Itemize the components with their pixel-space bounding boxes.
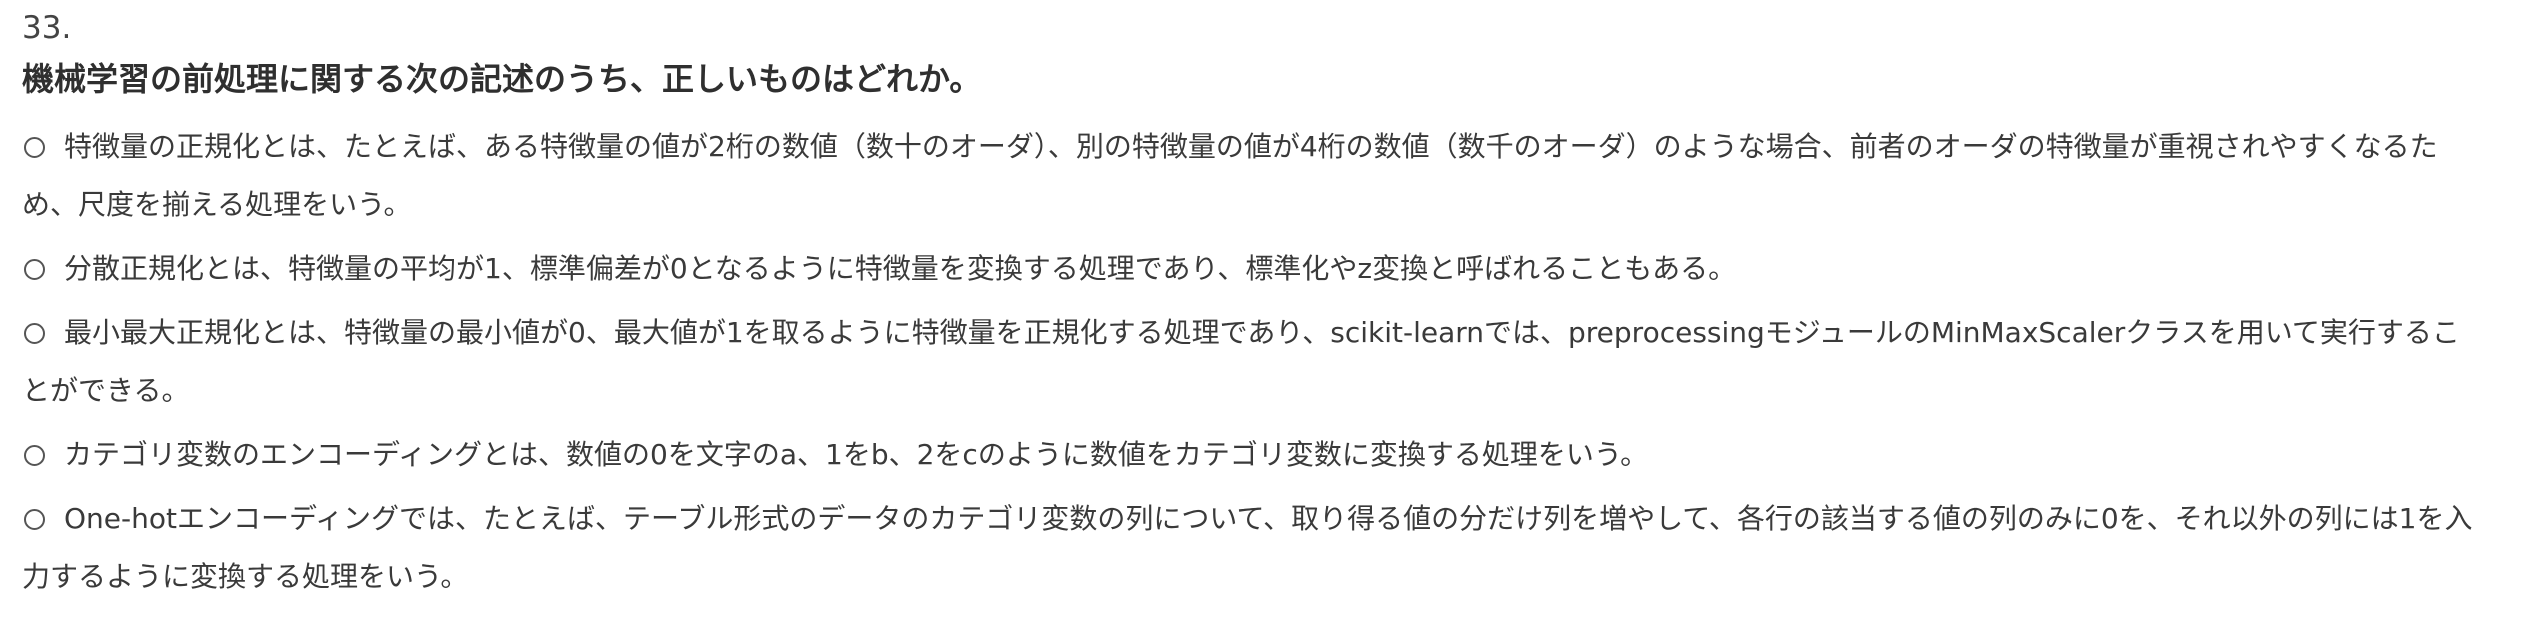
answer-option-3[interactable]: 最小最大正規化とは、特徴量の最小値が0、最大値が1を取るように特徴量を正規化する…	[22, 304, 2482, 420]
answer-option-5[interactable]: One-hotエンコーディングでは、たとえば、テーブル形式のデータのカテゴリ変数…	[22, 490, 2482, 606]
answer-option-label: One-hotエンコーディングでは、たとえば、テーブル形式のデータのカテゴリ変数…	[22, 502, 2473, 593]
answer-options: 特徴量の正規化とは、たとえば、ある特徴量の値が2桁の数値（数十のオーダ）、別の特…	[22, 118, 2522, 606]
quiz-page: 33. 機械学習の前処理に関する次の記述のうち、正しいものはどれか。 特徴量の正…	[0, 0, 2522, 640]
radio-button-icon[interactable]	[24, 323, 45, 344]
answer-option-label: 最小最大正規化とは、特徴量の最小値が0、最大値が1を取るように特徴量を正規化する…	[22, 316, 2460, 407]
answer-option-label: 特徴量の正規化とは、たとえば、ある特徴量の値が2桁の数値（数十のオーダ）、別の特…	[22, 130, 2438, 221]
answer-option-label: カテゴリ変数のエンコーディングとは、数値の0を文字のa、1をb、2をcのように数…	[64, 438, 1649, 471]
answer-option-2[interactable]: 分散正規化とは、特徴量の平均が1、標準偏差が0となるように特徴量を変換する処理で…	[22, 240, 2482, 298]
radio-button-icon[interactable]	[24, 259, 45, 280]
radio-button-icon[interactable]	[24, 509, 45, 530]
question-text: 機械学習の前処理に関する次の記述のうち、正しいものはどれか。	[22, 60, 982, 98]
answer-option-4[interactable]: カテゴリ変数のエンコーディングとは、数値の0を文字のa、1をb、2をcのように数…	[22, 426, 2482, 484]
radio-button-icon[interactable]	[24, 445, 45, 466]
question-number: 33.	[22, 10, 72, 46]
radio-button-icon[interactable]	[24, 137, 45, 158]
answer-option-1[interactable]: 特徴量の正規化とは、たとえば、ある特徴量の値が2桁の数値（数十のオーダ）、別の特…	[22, 118, 2482, 234]
answer-option-label: 分散正規化とは、特徴量の平均が1、標準偏差が0となるように特徴量を変換する処理で…	[64, 252, 1737, 285]
